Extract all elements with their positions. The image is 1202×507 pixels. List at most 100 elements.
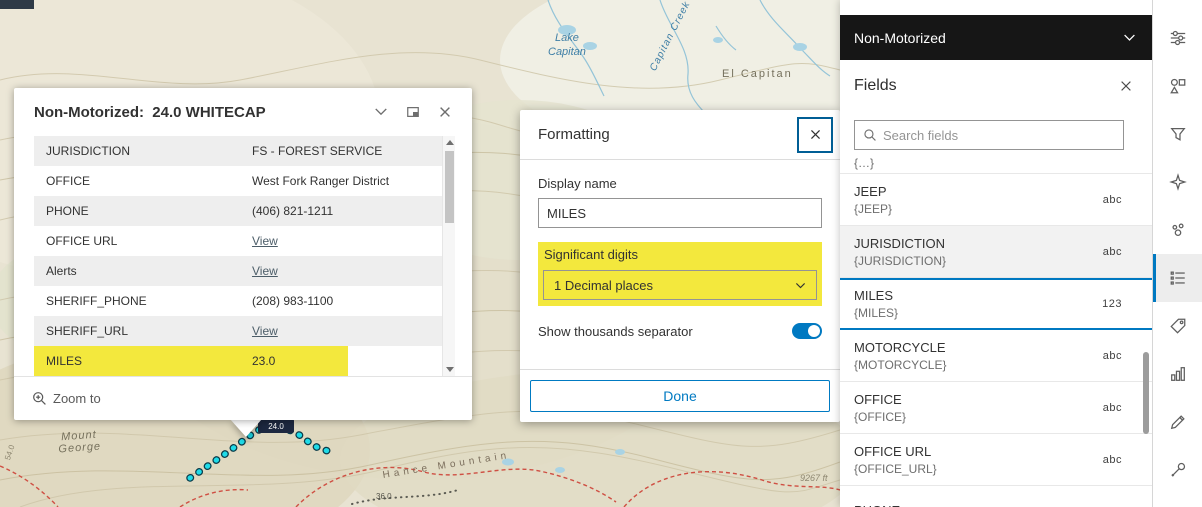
field-text: {…} bbox=[854, 153, 874, 170]
popup-field-label: Alerts bbox=[34, 256, 240, 286]
dialog-divider bbox=[520, 369, 840, 370]
field-type-icon: abc bbox=[1102, 245, 1122, 258]
toolbar-button-aggregation[interactable] bbox=[1153, 206, 1202, 254]
formatting-close-button[interactable] bbox=[797, 116, 833, 153]
effects-icon bbox=[1168, 173, 1187, 191]
field-subtitle: {MOTORCYCLE} bbox=[854, 357, 947, 372]
done-button[interactable]: Done bbox=[530, 380, 830, 412]
settings-toolbar bbox=[1152, 0, 1202, 507]
popup-scrollbar-thumb[interactable] bbox=[445, 151, 454, 223]
thousands-separator-label: Show thousands separator bbox=[538, 323, 693, 339]
fields-panel: Non-Motorized Fields {…}JEEP{JEEP}abcJUR… bbox=[840, 0, 1152, 507]
popup-field-value: View bbox=[240, 226, 442, 256]
layer-header[interactable]: Non-Motorized bbox=[840, 15, 1152, 60]
toolbar-button-styles[interactable] bbox=[1153, 62, 1202, 110]
significant-digits-label: Significant digits bbox=[544, 247, 638, 262]
fields-scrollbar-thumb[interactable] bbox=[1143, 352, 1149, 434]
field-subtitle: {JEEP} bbox=[854, 201, 893, 216]
field-item-jeep[interactable]: JEEP {JEEP} abc bbox=[840, 174, 1152, 226]
close-icon bbox=[1121, 81, 1131, 91]
thousands-separator-row: Show thousands separator bbox=[538, 323, 822, 339]
scroll-down-icon[interactable] bbox=[443, 363, 456, 376]
field-name: MILES bbox=[854, 288, 894, 303]
field-item[interactable]: {…} bbox=[840, 152, 1152, 174]
popup-field-link[interactable]: View bbox=[252, 234, 278, 248]
toolbar-button-filter[interactable] bbox=[1153, 110, 1202, 158]
popup-field-label: SHERIFF_URL bbox=[34, 316, 240, 346]
collapse-button[interactable] bbox=[368, 99, 394, 125]
display-name-label: Display name bbox=[538, 176, 617, 191]
popup-field-value: (406) 821-1211 bbox=[240, 196, 442, 226]
popup-field-link[interactable]: View bbox=[252, 264, 278, 278]
dock-button[interactable] bbox=[400, 99, 426, 125]
field-item-motorcycle[interactable]: MOTORCYCLE {MOTORCYCLE} abc bbox=[840, 330, 1152, 382]
popup-field-value: FS - FOREST SERVICE bbox=[240, 136, 442, 166]
fields-panel-title: Fields bbox=[854, 77, 897, 94]
window-artifact bbox=[0, 0, 34, 9]
toolbar-button-charts[interactable] bbox=[1153, 350, 1202, 398]
charts-icon bbox=[1170, 367, 1185, 381]
popup-row: JURISDICTION FS - FOREST SERVICE bbox=[34, 136, 442, 166]
toolbar-button-edit[interactable] bbox=[1153, 398, 1202, 446]
popup-close-button[interactable] bbox=[432, 99, 458, 125]
search-fields-box bbox=[854, 120, 1124, 150]
scroll-up-icon[interactable] bbox=[443, 136, 456, 149]
field-text: PHONE bbox=[854, 503, 900, 507]
popup-field-label: OFFICE bbox=[46, 174, 90, 188]
popup-scrollbar[interactable] bbox=[442, 136, 455, 376]
layer-header-title: Non-Motorized bbox=[854, 29, 946, 46]
popup-field-label: PHONE bbox=[34, 196, 240, 226]
field-text: JEEP {JEEP} bbox=[854, 184, 892, 216]
field-text: OFFICE URL {OFFICE_URL} bbox=[854, 444, 937, 476]
field-subtitle: {MILES} bbox=[854, 306, 899, 320]
popup-field-label: OFFICE URL bbox=[46, 234, 118, 248]
popup-row: MILES 23.0 bbox=[34, 346, 442, 376]
toolbar-button-configure[interactable] bbox=[1153, 446, 1202, 494]
toolbar-button-labels[interactable] bbox=[1153, 302, 1202, 350]
toolbar-button-effects[interactable] bbox=[1153, 158, 1202, 206]
popup-row: OFFICE URL View bbox=[34, 226, 442, 256]
formatting-dialog: Formatting Display name Significant digi… bbox=[520, 110, 840, 422]
fields-panel-header: Fields bbox=[840, 60, 1152, 112]
styles-icon bbox=[1169, 78, 1185, 94]
thousands-separator-toggle[interactable] bbox=[792, 323, 822, 339]
field-item-office[interactable]: OFFICE {OFFICE} abc bbox=[840, 382, 1152, 434]
zoom-to-label: Zoom to bbox=[53, 391, 101, 406]
field-item-office-url[interactable]: OFFICE URL {OFFICE_URL} abc bbox=[840, 434, 1152, 486]
field-subtitle: {…} bbox=[854, 156, 875, 170]
zoom-to-button[interactable]: Zoom to bbox=[32, 391, 101, 406]
zoom-in-icon bbox=[33, 392, 46, 405]
field-type-icon: abc bbox=[1102, 193, 1122, 206]
field-item-jurisdiction[interactable]: JURISDICTION {JURISDICTION} abc bbox=[840, 226, 1152, 278]
fields-list: {…} JEEP {JEEP} abc JURISDICTION {JURISDICTIO… bbox=[840, 152, 1152, 507]
chevron-down-icon bbox=[795, 282, 806, 288]
popup-field-value: West Fork Ranger District bbox=[252, 174, 390, 188]
field-name: OFFICE bbox=[854, 391, 902, 407]
field-name: MOTORCYCLE bbox=[854, 339, 946, 355]
properties-icon bbox=[1170, 30, 1185, 46]
popup-field-link[interactable]: View bbox=[252, 324, 278, 338]
search-fields-input[interactable] bbox=[883, 121, 1123, 149]
app-screen: 24.0 Lake Capitan Capitan Creek El Capit… bbox=[0, 0, 1202, 507]
field-text: MILES {MILES} bbox=[854, 288, 898, 320]
toggle-knob bbox=[808, 325, 820, 337]
toolbar-button-properties[interactable] bbox=[1153, 14, 1202, 62]
field-item-miles[interactable]: MILES {MILES} 123 bbox=[840, 278, 1152, 330]
edit-icon bbox=[1170, 415, 1185, 430]
filter-icon bbox=[1169, 127, 1186, 141]
field-subtitle: {JURISDICTION} bbox=[854, 253, 947, 268]
popup-field-value: (208) 983-1100 bbox=[252, 294, 334, 308]
significant-digits-select[interactable]: 1 Decimal places bbox=[543, 270, 817, 300]
field-type-icon: abc bbox=[1102, 401, 1122, 414]
field-type-icon: abc bbox=[1102, 453, 1122, 466]
display-name-input[interactable] bbox=[538, 198, 822, 228]
feature-popup: Non-Motorized: 24.0 WHITECAP JURISDICTIO… bbox=[14, 88, 472, 420]
fields-close-button[interactable] bbox=[1114, 74, 1138, 98]
toolbar-button-fields[interactable] bbox=[1153, 254, 1202, 302]
chevron-down-icon[interactable] bbox=[1123, 31, 1136, 44]
field-item-phone[interactable]: PHONE bbox=[840, 486, 1152, 507]
fields-icon bbox=[1170, 271, 1185, 285]
significant-digits-highlight: Significant digits 1 Decimal places bbox=[538, 242, 822, 306]
popup-row: OFFICE West Fork Ranger District bbox=[34, 166, 442, 196]
dock-icon bbox=[407, 107, 419, 117]
